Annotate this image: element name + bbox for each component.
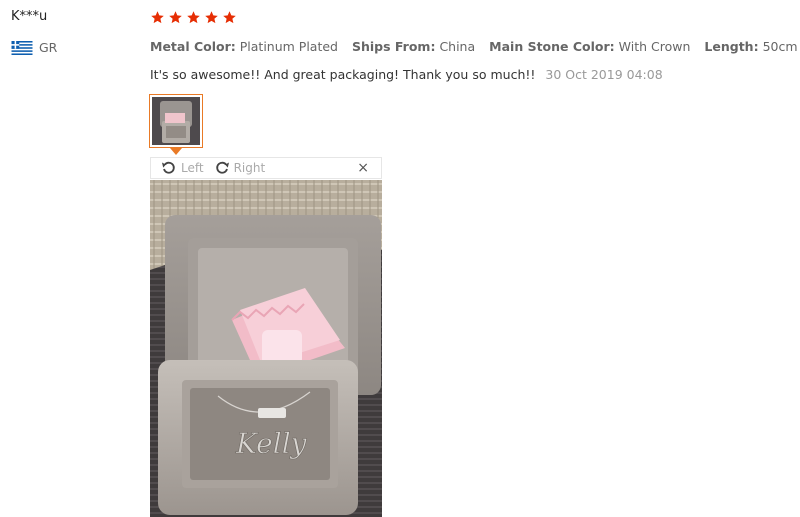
star-icon xyxy=(151,11,164,24)
attr-metal-color: Metal Color: Platinum Plated xyxy=(150,39,338,54)
review-photo-thumbnail[interactable] xyxy=(149,94,203,148)
attr-ships-from: Ships From: China xyxy=(352,39,476,54)
rotate-right-label: Right xyxy=(233,161,266,175)
photo-viewer: Left Right × Kelly xyxy=(150,157,382,517)
review-text: It's so awesome!! And great packaging! T… xyxy=(150,67,536,82)
rotate-left-icon xyxy=(162,161,175,174)
rotate-right-button[interactable]: Right xyxy=(214,160,266,176)
greece-flag-icon xyxy=(11,40,33,55)
reviewer-name: K***u xyxy=(11,9,48,24)
star-icon xyxy=(205,11,218,24)
viewer-toolbar: Left Right × xyxy=(150,157,382,179)
thumbnail-pointer xyxy=(170,148,182,155)
star-rating xyxy=(150,10,237,25)
product-attributes: Metal Color: Platinum Plated Ships From:… xyxy=(150,39,798,54)
svg-text:Kelly: Kelly xyxy=(235,427,308,460)
review-date: 30 Oct 2019 04:08 xyxy=(545,67,663,82)
attr-length: Length: 50cm xyxy=(704,39,798,54)
rotate-left-label: Left xyxy=(181,161,204,175)
rotate-right-icon xyxy=(215,161,229,174)
star-icon xyxy=(187,11,200,24)
review-photo: Kelly xyxy=(150,180,382,517)
rotate-left-button[interactable]: Left xyxy=(161,160,204,176)
attr-main-stone-color: Main Stone Color: With Crown xyxy=(489,39,691,54)
reviewer-country: GR xyxy=(11,40,57,55)
close-viewer-button[interactable]: × xyxy=(357,160,369,176)
review-content: It's so awesome!! And great packaging! T… xyxy=(150,67,663,82)
star-icon xyxy=(223,11,236,24)
star-icon xyxy=(169,11,182,24)
thumbnail-image xyxy=(152,97,200,145)
country-code: GR xyxy=(39,40,58,55)
